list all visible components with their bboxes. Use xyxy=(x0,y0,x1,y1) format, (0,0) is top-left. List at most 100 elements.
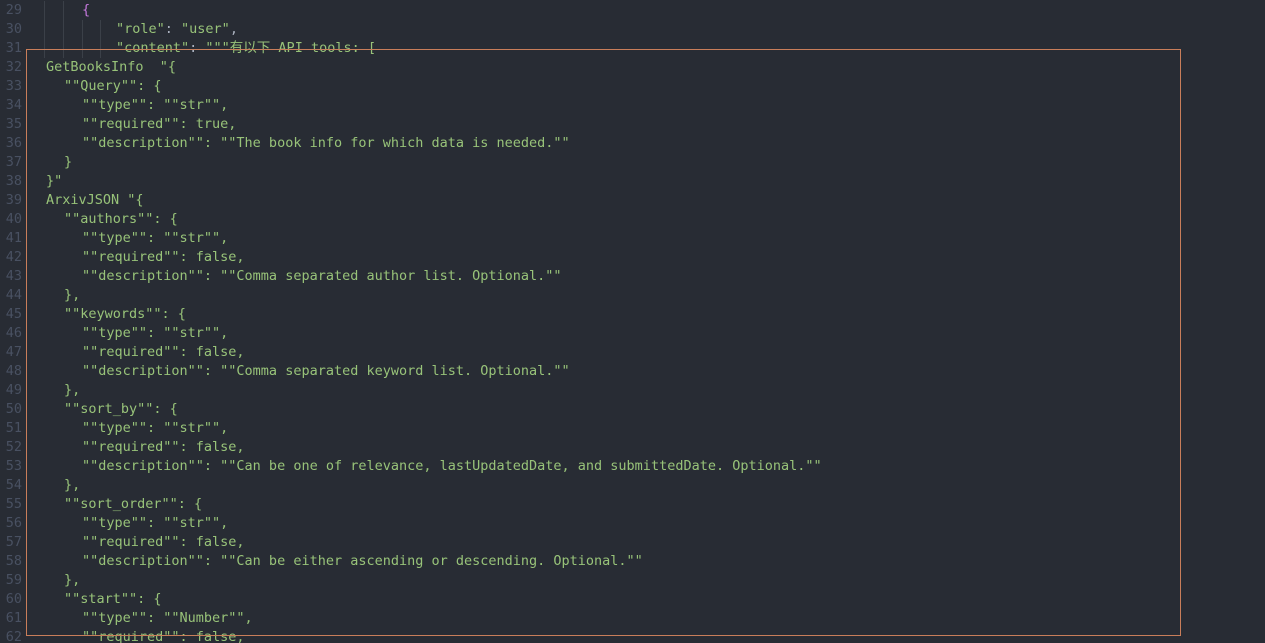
code-text: ""description"": ""Comma separated autho… xyxy=(82,267,562,286)
code-token: ""required"": true, xyxy=(82,116,237,132)
code-line[interactable]: 43 ""description"": ""Comma separated aut… xyxy=(0,267,1265,286)
code-line[interactable]: 42 ""required"": false, xyxy=(0,248,1265,267)
code-line[interactable]: 35 ""required"": true, xyxy=(0,115,1265,134)
line-number: 51 xyxy=(5,420,22,436)
code-line[interactable]: 62 ""required"": false, xyxy=(0,628,1265,643)
code-text: ""type"": ""Number"", xyxy=(82,609,253,628)
code-line[interactable]: 59}, xyxy=(0,571,1265,590)
code-line[interactable]: 51 ""type"": ""str"", xyxy=(0,419,1265,438)
code-line[interactable]: 30 "role": "user", xyxy=(0,20,1265,39)
code-token: { xyxy=(82,2,91,18)
line-number: 52 xyxy=(5,439,22,455)
code-line[interactable]: 36 ""description"": ""The book info for w… xyxy=(0,134,1265,153)
code-text: "content": """有以下 API tools: [ xyxy=(116,39,376,58)
line-number: 35 xyxy=(5,116,22,132)
code-text: ""required"": false, xyxy=(82,438,245,457)
line-number: 54 xyxy=(5,477,22,493)
code-token: "content" xyxy=(116,40,190,56)
code-line[interactable]: 32 GetBooksInfo "{ xyxy=(0,58,1265,77)
code-token: ""authors"": { xyxy=(64,211,178,227)
code-text: } xyxy=(64,153,72,172)
code-text: ""sort_order"": { xyxy=(64,495,202,514)
indent-guide xyxy=(82,39,83,58)
code-token: ""description"": ""The book info for whi… xyxy=(82,135,570,151)
code-token: ""description"": ""Can be either ascendi… xyxy=(82,553,643,569)
line-number: 50 xyxy=(5,401,22,417)
indent-guide xyxy=(100,20,101,39)
code-line[interactable]: 29 { xyxy=(0,1,1265,20)
code-line[interactable]: 47 ""required"": false, xyxy=(0,343,1265,362)
code-line[interactable]: 56 ""type"": ""str"", xyxy=(0,514,1265,533)
code-text: ""required"": true, xyxy=(82,115,236,134)
code-text: ""type"": ""str"", xyxy=(82,514,228,533)
code-text: }, xyxy=(64,286,80,305)
line-number: 48 xyxy=(5,363,22,379)
code-text: GetBooksInfo "{ xyxy=(46,58,176,77)
line-number: 53 xyxy=(5,458,22,474)
code-text: ""required"": false, xyxy=(82,533,245,552)
code-line[interactable]: 46 ""type"": ""str"", xyxy=(0,324,1265,343)
code-line[interactable]: 48 ""description"": ""Comma separated key… xyxy=(0,362,1265,381)
line-number: 32 xyxy=(5,59,22,75)
code-token: ""required"": false, xyxy=(82,344,245,360)
code-text: }, xyxy=(64,476,80,495)
code-line[interactable]: 38}" xyxy=(0,172,1265,191)
indent-guide xyxy=(63,39,64,58)
code-line[interactable]: 45 ""keywords"": { xyxy=(0,305,1265,324)
code-line[interactable]: 52 ""required"": false, xyxy=(0,438,1265,457)
line-number: 36 xyxy=(5,135,22,151)
code-line[interactable]: 40 ""authors"": { xyxy=(0,210,1265,229)
code-line[interactable]: 33 ""Query"": { xyxy=(0,77,1265,96)
line-number: 58 xyxy=(5,553,22,569)
code-token: ""required"": false, xyxy=(82,249,245,265)
code-line[interactable]: 44}, xyxy=(0,286,1265,305)
code-line[interactable]: 41 ""type"": ""str"", xyxy=(0,229,1265,248)
line-number: 55 xyxy=(5,496,22,512)
code-line[interactable]: 31 "content": """有以下 API tools: [ xyxy=(0,39,1265,58)
code-text: "role": "user", xyxy=(116,20,238,39)
code-line[interactable]: 37} xyxy=(0,153,1265,172)
code-line[interactable]: 34 ""type"": ""str"", xyxy=(0,96,1265,115)
code-line[interactable]: 39 ArxivJSON "{ xyxy=(0,191,1265,210)
code-token: ""Query"": { xyxy=(64,78,162,94)
code-text: ""keywords"": { xyxy=(64,305,186,324)
code-token: ""type"": ""str"", xyxy=(82,420,229,436)
code-token: : xyxy=(189,40,206,56)
code-token: ""sort_order"": { xyxy=(64,496,203,512)
line-number: 61 xyxy=(5,610,22,626)
code-token: ""sort_by"": { xyxy=(64,401,178,417)
code-line[interactable]: 55 ""sort_order"": { xyxy=(0,495,1265,514)
code-text: ""description"": ""The book info for whi… xyxy=(82,134,570,153)
code-text: ""start"": { xyxy=(64,590,162,609)
code-text: ""type"": ""str"", xyxy=(82,96,228,115)
code-token: ""start"": { xyxy=(64,591,162,607)
code-text: ""sort_by"": { xyxy=(64,400,178,419)
code-line[interactable]: 49}, xyxy=(0,381,1265,400)
line-number: 43 xyxy=(5,268,22,284)
line-number: 62 xyxy=(5,629,22,643)
code-line[interactable]: 57 ""required"": false, xyxy=(0,533,1265,552)
code-line[interactable]: 60 ""start"": { xyxy=(0,590,1265,609)
code-editor[interactable]: 29 {30 "role": "user", 31 "content": """有以下 … xyxy=(0,0,1265,643)
line-number: 45 xyxy=(5,306,22,322)
indent-guide xyxy=(82,20,83,39)
code-token: , xyxy=(229,21,238,37)
code-token: }, xyxy=(64,287,81,303)
line-number: 41 xyxy=(5,230,22,246)
indent-guide xyxy=(63,20,64,39)
line-number: 39 xyxy=(5,192,22,208)
code-text: ""authors"": { xyxy=(64,210,178,229)
line-number: 31 xyxy=(5,40,22,56)
code-line[interactable]: 58 ""description"": ""Can be either ascen… xyxy=(0,552,1265,571)
code-token: }, xyxy=(64,572,81,588)
code-line[interactable]: 54}, xyxy=(0,476,1265,495)
code-line[interactable]: 61 ""type"": ""Number"", xyxy=(0,609,1265,628)
code-token: ""required"": false, xyxy=(82,534,245,550)
code-line[interactable]: 50 ""sort_by"": { xyxy=(0,400,1265,419)
code-text: ""type"": ""str"", xyxy=(82,419,228,438)
line-number: 44 xyxy=(5,287,22,303)
code-text: ""required"": false, xyxy=(82,343,245,362)
code-line[interactable]: 53 ""description"": ""Can be one of relev… xyxy=(0,457,1265,476)
code-token: ""description"": ""Comma separated autho… xyxy=(82,268,562,284)
code-token: ""type"": ""str"", xyxy=(82,325,229,341)
